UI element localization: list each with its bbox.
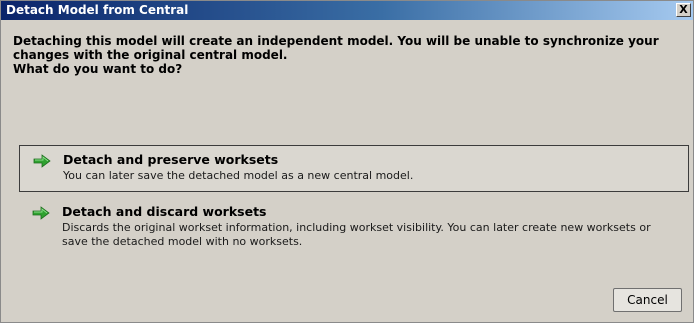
message-line-2: What do you want to do? (13, 62, 183, 76)
dialog-window: Detach Model from Central X Detaching th… (0, 0, 694, 323)
option-description: Discards the original workset informatio… (62, 221, 651, 248)
option-title: Detach and discard worksets (62, 204, 267, 219)
dialog-message: Detaching this model will create an inde… (13, 34, 685, 76)
cancel-button[interactable]: Cancel (613, 288, 682, 312)
close-button[interactable]: X (676, 3, 691, 17)
green-arrow-icon (32, 206, 50, 220)
detach-discard-option[interactable]: Detach and discard worksets Discards the… (19, 198, 689, 260)
option-description: You can later save the detached model as… (63, 169, 414, 182)
option-title: Detach and preserve worksets (63, 152, 279, 167)
detach-preserve-option[interactable]: Detach and preserve worksets You can lat… (19, 145, 689, 192)
message-line-1: Detaching this model will create an inde… (13, 34, 659, 62)
title-bar[interactable]: Detach Model from Central X (1, 1, 693, 20)
green-arrow-icon (33, 154, 51, 168)
window-title: Detach Model from Central (6, 3, 189, 17)
